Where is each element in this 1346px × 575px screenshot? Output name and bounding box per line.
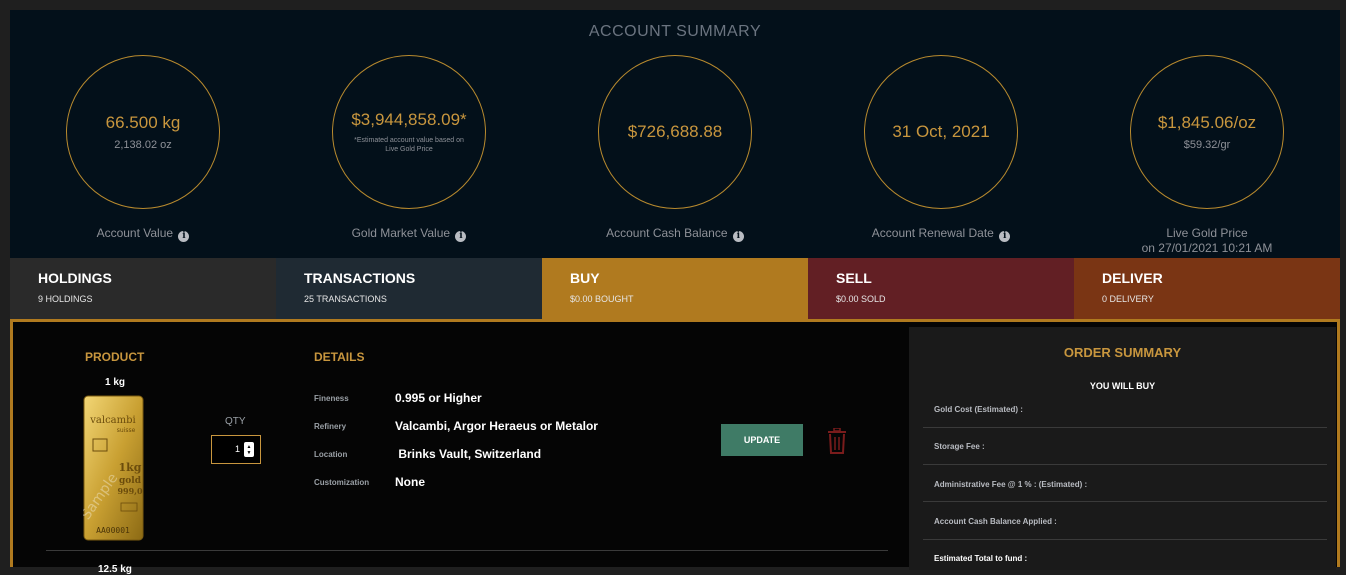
gold-bar-image: valcambi suisse 1kg gold 999,0 Sample AA… <box>78 395 144 541</box>
qty-stepper[interactable]: ▲ ▼ <box>211 435 261 464</box>
detail-label: Fineness <box>314 394 349 403</box>
stat-main: $726,688.88 <box>627 122 723 141</box>
account-summary: ACCOUNT SUMMARY 66.500 kg 2,138.02 oz Ac… <box>10 10 1340 258</box>
stat-circle: $3,944,858.09* *Estimated account value … <box>332 55 486 209</box>
stat-main: $1,845.06/oz <box>1157 113 1257 132</box>
tab-subtitle: 25 TRANSACTIONS <box>304 294 387 304</box>
update-button[interactable]: UPDATE <box>721 424 803 456</box>
stat-live-gold-price: $1,845.06/oz $59.32/gr Live Gold Price o… <box>1130 55 1284 256</box>
bar-weight: 1kg <box>119 461 142 474</box>
buy-panel: PRODUCT 1 kg valcambi suisse 1kg gold 99… <box>10 319 1340 575</box>
tab-holdings[interactable]: HOLDINGS 9 HOLDINGS <box>10 258 276 319</box>
stat-sub: 2,138.02 oz <box>114 139 172 151</box>
order-row-cash-applied: Account Cash Balance Applied : <box>934 517 1057 526</box>
stat-main: $3,944,858.09* <box>351 110 467 129</box>
stat-label: Live Gold Price on 27/01/2021 10:21 AM <box>1130 226 1284 256</box>
order-row-total: Estimated Total to fund : <box>934 554 1028 563</box>
detail-value: None <box>395 475 425 489</box>
order-row-gold-cost: Gold Cost (Estimated) : <box>934 405 1023 414</box>
detail-label: Refinery <box>314 422 347 431</box>
stat-label: Gold Market Value i <box>332 226 486 242</box>
info-icon[interactable]: i <box>178 231 190 242</box>
tab-subtitle: $0.00 SOLD <box>836 294 886 304</box>
tab-subtitle: 0 DELIVERY <box>1102 294 1154 304</box>
stat-gold-market-value: $3,944,858.09* *Estimated account value … <box>332 55 486 242</box>
tab-title: HOLDINGS <box>38 270 112 286</box>
gold-bar-graphic: valcambi suisse 1kg gold 999,0 Sample AA… <box>78 395 144 541</box>
stat-circle: 66.500 kg 2,138.02 oz <box>66 55 220 209</box>
detail-value: Brinks Vault, Switzerland <box>395 447 542 461</box>
tab-transactions[interactable]: TRANSACTIONS 25 TRANSACTIONS <box>276 258 542 319</box>
details-header: DETAILS <box>314 350 365 364</box>
order-divider <box>923 427 1327 428</box>
order-divider <box>923 539 1327 540</box>
bar-country: suisse <box>117 427 136 434</box>
stat-label: Account Cash Balance i <box>598 226 752 242</box>
stat-circle: $1,845.06/oz $59.32/gr <box>1130 55 1284 209</box>
qty-input[interactable] <box>216 443 240 455</box>
bar-serial: AA00001 <box>96 526 130 535</box>
tab-sell[interactable]: SELL $0.00 SOLD <box>808 258 1074 319</box>
stat-label-text: Gold Market Value <box>351 226 451 240</box>
stat-label: Account Renewal Date i <box>864 226 1018 242</box>
stat-label-timestamp: on 27/01/2021 10:21 AM <box>1141 241 1273 255</box>
bar-metal: gold <box>119 476 142 486</box>
tab-title: SELL <box>836 270 872 286</box>
tab-subtitle: $0.00 BOUGHT <box>570 294 634 304</box>
row-divider <box>46 550 888 551</box>
order-row-admin-fee: Administrative Fee @ 1 % : (Estimated) : <box>934 480 1088 489</box>
stat-label-text: Account Renewal Date <box>871 226 994 240</box>
stat-renewal-date: 31 Oct, 2021 Account Renewal Date i <box>864 55 1018 242</box>
next-product-weight: 12.5 kg <box>98 564 132 575</box>
summary-title: ACCOUNT SUMMARY <box>588 23 762 40</box>
stat-main: 66.500 kg <box>105 113 181 132</box>
detail-value: 0.995 or Higher <box>395 391 482 405</box>
tab-title: DELIVER <box>1102 270 1163 286</box>
stat-label-text: Account Cash Balance <box>606 226 728 240</box>
bar-purity: 999,0 <box>117 486 142 496</box>
tab-title: TRANSACTIONS <box>304 270 416 286</box>
section-tabs: HOLDINGS 9 HOLDINGS TRANSACTIONS 25 TRAN… <box>10 258 1340 319</box>
qty-spinner[interactable]: ▲ ▼ <box>244 442 254 457</box>
app-frame: ACCOUNT SUMMARY 66.500 kg 2,138.02 oz Ac… <box>0 0 1346 575</box>
order-divider <box>923 501 1327 502</box>
order-summary-title: ORDER SUMMARY <box>1063 345 1182 360</box>
stat-main: 31 Oct, 2021 <box>892 122 990 141</box>
spinner-down-icon[interactable]: ▼ <box>247 450 252 456</box>
trash-icon[interactable] <box>827 427 847 454</box>
tab-deliver[interactable]: DELIVER 0 DELIVERY <box>1074 258 1340 319</box>
info-icon[interactable]: i <box>455 231 467 242</box>
product-header: PRODUCT <box>85 350 145 364</box>
tab-title: BUY <box>570 270 600 286</box>
tab-buy[interactable]: BUY $0.00 BOUGHT <box>542 258 808 319</box>
detail-label: Location <box>314 450 348 459</box>
detail-label: Customization <box>314 478 370 487</box>
product-weight: 1 kg <box>105 377 126 388</box>
stat-circle: $726,688.88 <box>598 55 752 209</box>
stat-circle: 31 Oct, 2021 <box>864 55 1018 209</box>
tab-subtitle: 9 HOLDINGS <box>38 294 93 304</box>
info-icon[interactable]: i <box>732 231 744 242</box>
order-divider <box>923 464 1327 465</box>
stat-cash-balance: $726,688.88 Account Cash Balance i <box>598 55 752 242</box>
detail-value: Valcambi, Argor Heraeus or Metalor <box>395 419 598 433</box>
stat-label-text: Account Value <box>96 226 174 240</box>
stat-note: *Estimated account value based on Live G… <box>354 137 464 153</box>
qty-label: QTY <box>225 416 246 427</box>
order-summary-subtitle: YOU WILL BUY <box>1089 381 1156 391</box>
info-icon[interactable]: i <box>999 231 1011 242</box>
stat-label-text: Live Gold Price <box>1166 226 1248 240</box>
bar-brand: valcambi <box>89 415 135 426</box>
order-summary: ORDER SUMMARY YOU WILL BUY Gold Cost (Es… <box>909 327 1336 570</box>
order-row-storage-fee: Storage Fee : <box>934 442 985 451</box>
stat-label: Account Value i <box>66 226 220 242</box>
stat-sub: $59.32/gr <box>1183 139 1231 151</box>
stat-account-value: 66.500 kg 2,138.02 oz Account Value i <box>66 55 220 242</box>
